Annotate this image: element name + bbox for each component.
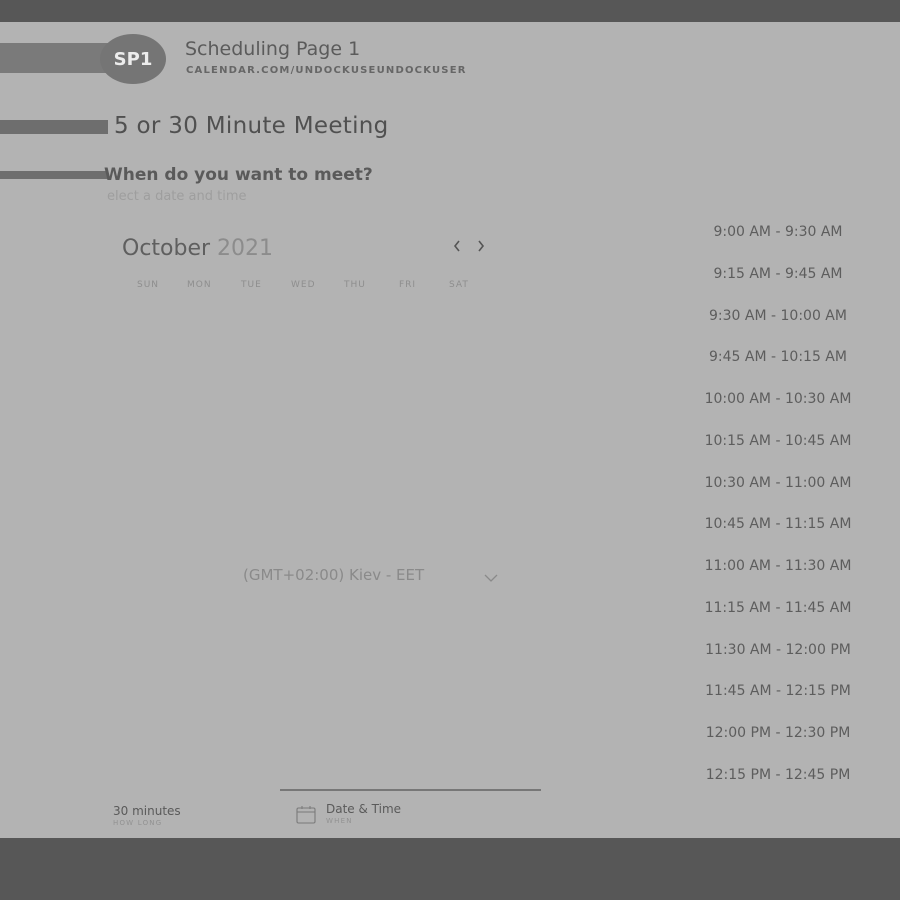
decorative-bar xyxy=(0,120,108,134)
time-slot[interactable]: 11:45 AM - 12:15 PM xyxy=(700,683,856,699)
calendar-icon xyxy=(296,805,316,828)
scheduling-page-title: Scheduling Page 1 xyxy=(185,38,361,60)
weekday-label: TUE xyxy=(241,280,262,290)
time-slot[interactable]: 10:00 AM - 10:30 AM xyxy=(700,391,856,407)
time-slot[interactable]: 10:15 AM - 10:45 AM xyxy=(700,433,856,449)
calendar-month-label: October 2021 xyxy=(122,236,273,261)
month-name: October xyxy=(122,236,211,261)
chevron-left-icon[interactable] xyxy=(452,238,462,257)
datetime-value[interactable]: Date & Time xyxy=(326,802,401,816)
scheduling-page: SP1 Scheduling Page 1 CALENDAR.COM/UNDOC… xyxy=(0,22,900,838)
meeting-title: 5 or 30 Minute Meeting xyxy=(114,113,389,139)
year-label: 2021 xyxy=(217,236,274,261)
time-slot[interactable]: 12:15 PM - 12:45 PM xyxy=(700,767,856,783)
chevron-right-icon[interactable] xyxy=(476,238,486,257)
chevron-down-icon[interactable] xyxy=(484,568,498,587)
avatar: SP1 xyxy=(100,34,166,84)
duration-label: HOW LONG xyxy=(113,819,163,827)
time-slot[interactable]: 9:30 AM - 10:00 AM xyxy=(700,308,856,324)
timezone-select[interactable]: (GMT+02:00) Kiev - EET xyxy=(243,566,424,584)
time-slot[interactable]: 12:00 PM - 12:30 PM xyxy=(700,725,856,741)
time-slot[interactable]: 11:00 AM - 11:30 AM xyxy=(700,558,856,574)
time-slot[interactable]: 9:45 AM - 10:15 AM xyxy=(700,349,856,365)
time-slot[interactable]: 10:30 AM - 11:00 AM xyxy=(700,475,856,491)
weekday-label: SUN xyxy=(137,280,160,290)
datetime-label: WHEN xyxy=(326,817,353,825)
meeting-question: When do you want to meet? xyxy=(104,165,373,185)
weekday-label: FRI xyxy=(399,280,417,290)
select-hint: elect a date and time xyxy=(107,189,247,204)
time-slot[interactable]: 9:00 AM - 9:30 AM xyxy=(700,224,856,240)
weekday-label: THU xyxy=(344,280,366,290)
active-step-indicator xyxy=(280,789,541,791)
time-slot[interactable]: 11:30 AM - 12:00 PM xyxy=(700,642,856,658)
scheduling-page-url[interactable]: CALENDAR.COM/UNDOCKUSEUNDOCKUSER xyxy=(186,65,467,76)
weekday-label: SAT xyxy=(449,280,469,290)
time-slot[interactable]: 9:15 AM - 9:45 AM xyxy=(700,266,856,282)
time-slot[interactable]: 11:15 AM - 11:45 AM xyxy=(700,600,856,616)
weekday-label: MON xyxy=(187,280,212,290)
time-slot[interactable]: 10:45 AM - 11:15 AM xyxy=(700,516,856,532)
weekday-label: WED xyxy=(291,280,316,290)
decorative-bar xyxy=(0,171,108,179)
duration-value[interactable]: 30 minutes xyxy=(113,804,181,818)
